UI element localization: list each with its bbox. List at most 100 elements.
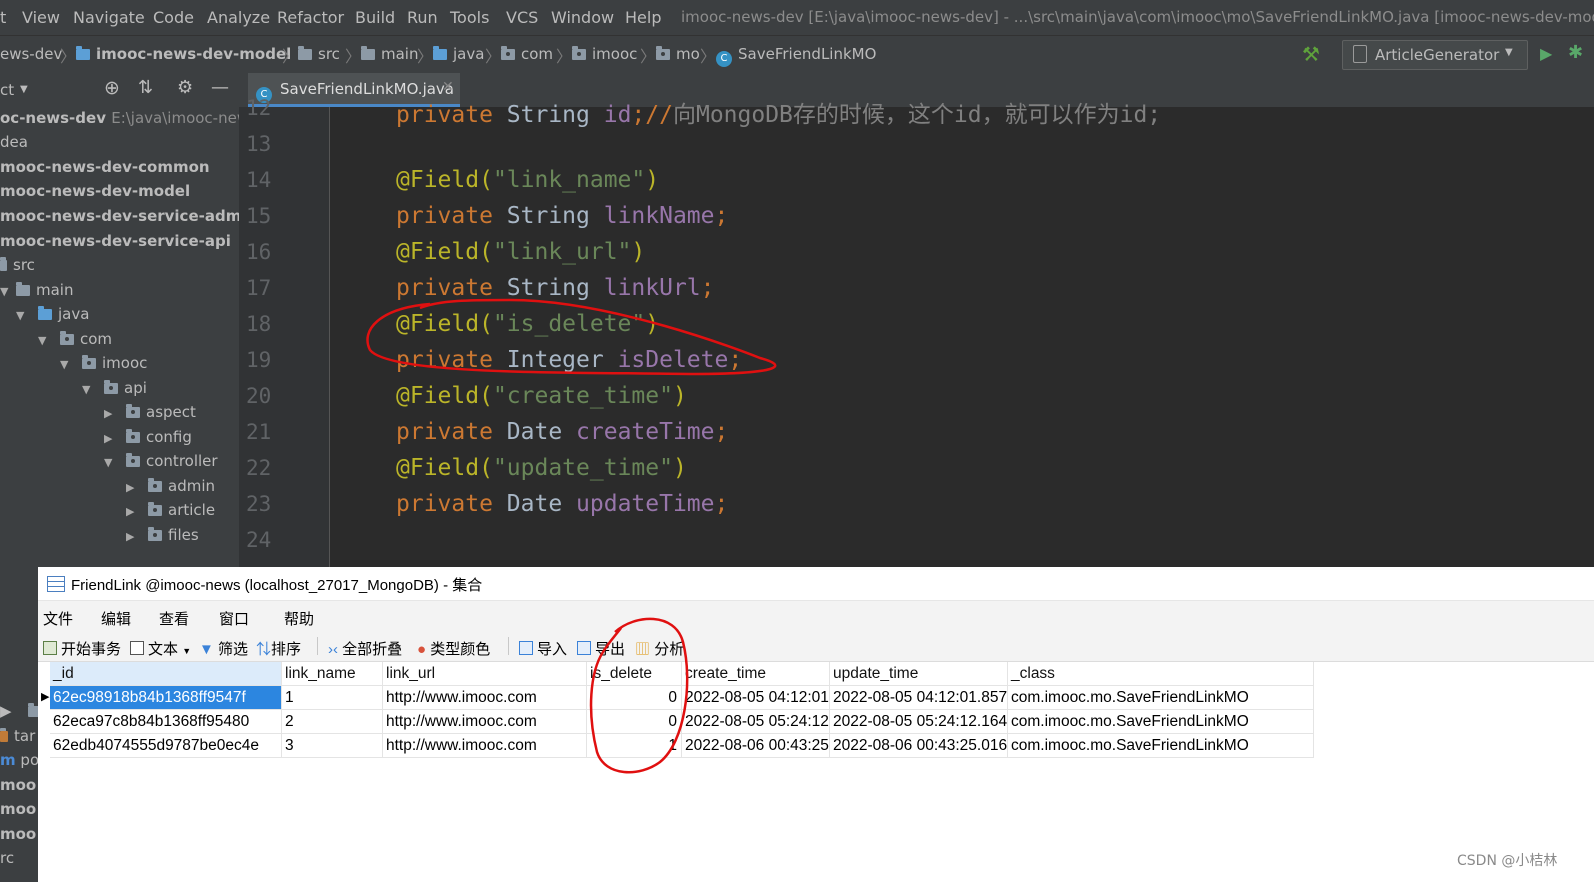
column-header-class[interactable]: _class: [1008, 662, 1314, 686]
expand-triangle-icon[interactable]: ▼: [82, 383, 104, 396]
expand-triangle-icon[interactable]: ▼: [16, 309, 38, 322]
tree-item-service-admin[interactable]: mooc-news-dev-service-admin: [0, 207, 239, 231]
tree-item-com[interactable]: ▼ com: [38, 330, 112, 354]
menu-navigate[interactable]: Navigate: [73, 8, 145, 27]
breadcrumb-main[interactable]: main: [361, 45, 418, 63]
menu-vcs[interactable]: VCS: [506, 8, 538, 27]
filter-button[interactable]: ▼ 筛选: [199, 638, 248, 659]
tree-item-article[interactable]: ▶ article: [126, 501, 215, 525]
column-header-update-time[interactable]: update_time: [830, 662, 1008, 686]
table-cell[interactable]: 62edb4074555d9787be0ec4e: [50, 734, 282, 758]
breadcrumb-class[interactable]: C SaveFriendLinkMO: [716, 45, 876, 67]
run-icon[interactable]: ▶: [1540, 44, 1552, 63]
menu-view[interactable]: View: [22, 8, 60, 27]
table-cell[interactable]: 2022-08-05 04:12:01.857: [830, 686, 1008, 710]
table-cell[interactable]: 2022-08-05 05:24:12.164: [830, 710, 1008, 734]
collapse-all-icon[interactable]: ⇅: [138, 77, 153, 98]
breadcrumb-com[interactable]: com: [501, 45, 553, 63]
table-cell[interactable]: http://www.imooc.com: [383, 710, 587, 734]
collapsed-triangle-icon[interactable]: ▶: [104, 407, 126, 420]
tree-item-module[interactable]: moo: [0, 800, 36, 824]
tree-item-pom[interactable]: m po: [0, 751, 39, 775]
tree-item-idea[interactable]: dea: [0, 133, 28, 157]
gear-icon[interactable]: ⚙: [177, 77, 193, 98]
import-button[interactable]: 导入: [519, 638, 567, 659]
column-header-id[interactable]: _id: [50, 662, 282, 686]
hammer-icon[interactable]: ⚒: [1302, 42, 1320, 66]
collapsed-triangle-icon[interactable]: ▶: [104, 432, 126, 445]
menu-edit[interactable]: 编辑: [101, 608, 131, 629]
sort-button[interactable]: ⇅排序: [256, 638, 301, 659]
menu-file[interactable]: 文件: [43, 608, 73, 629]
table-cell[interactable]: http://www.imooc.com: [383, 686, 587, 710]
close-icon[interactable]: ✕: [442, 79, 454, 95]
table-cell[interactable]: com.imooc.mo.SaveFriendLinkMO: [1008, 710, 1314, 734]
chevron-down-icon[interactable]: ▼: [20, 84, 28, 95]
breadcrumb-project[interactable]: ews-dev: [0, 45, 62, 63]
tree-item-module[interactable]: moo: [0, 825, 36, 849]
tree-item-controller[interactable]: ▼ controller: [104, 452, 218, 476]
breadcrumb-src[interactable]: src: [298, 45, 340, 63]
expand-triangle-icon[interactable]: ▼: [0, 285, 16, 298]
menu-project[interactable]: t: [0, 8, 6, 27]
tree-item-main[interactable]: ▼ main: [0, 281, 73, 305]
menu-window[interactable]: 窗口: [219, 608, 249, 629]
column-header-link-name[interactable]: link_name: [282, 662, 383, 686]
tree-item-config[interactable]: ▶ config: [104, 428, 192, 452]
locate-icon[interactable]: ⊕: [104, 77, 120, 99]
type-color-button[interactable]: ● 类型颜色: [417, 638, 490, 659]
table-cell[interactable]: 2: [282, 710, 383, 734]
run-configuration-select[interactable]: ArticleGenerator ▼: [1342, 40, 1528, 70]
tree-item-target[interactable]: tar: [0, 727, 35, 751]
column-header-link-url[interactable]: link_url: [383, 662, 587, 686]
expand-triangle-icon[interactable]: ▼: [60, 358, 82, 371]
menu-build[interactable]: Build: [355, 8, 395, 27]
toolbar-divider: [508, 637, 509, 655]
breadcrumb-imooc[interactable]: imooc: [572, 45, 637, 63]
table-cell[interactable]: 62eca97c8b84b1368ff95480: [50, 710, 282, 734]
table-cell[interactable]: com.imooc.mo.SaveFriendLinkMO: [1008, 686, 1314, 710]
table-cell[interactable]: 3: [282, 734, 383, 758]
expand-triangle-icon[interactable]: ▼: [38, 334, 60, 347]
menu-refactor[interactable]: Refactor: [277, 8, 344, 27]
menu-tools[interactable]: Tools: [450, 8, 489, 27]
tree-item-admin[interactable]: ▶ admin: [126, 477, 215, 501]
tree-item-service-api[interactable]: mooc-news-dev-service-api: [0, 232, 231, 256]
menu-help[interactable]: 帮助: [284, 608, 314, 629]
collapsed-triangle-icon[interactable]: ▶: [126, 481, 148, 494]
collapse-all-button[interactable]: ›‹ 全部折叠: [328, 638, 402, 659]
tree-item-imooc[interactable]: ▼ imooc: [60, 354, 147, 378]
project-view-label[interactable]: ct: [0, 81, 14, 99]
tree-item-common[interactable]: mooc-news-dev-common: [0, 158, 210, 182]
table-cell[interactable]: 62ec98918b84b1368ff9547f: [50, 686, 282, 710]
menu-run[interactable]: Run: [407, 8, 438, 27]
tree-item-src[interactable]: rc: [0, 849, 14, 873]
table-cell[interactable]: 1: [282, 686, 383, 710]
expand-triangle-icon[interactable]: ▼: [104, 456, 126, 469]
menu-help[interactable]: Help: [625, 8, 661, 27]
menu-analyze[interactable]: Analyze: [207, 8, 270, 27]
table-cell[interactable]: 2022-08-06 00:43:25.016: [830, 734, 1008, 758]
menu-code[interactable]: Code: [153, 8, 194, 27]
tree-item-model[interactable]: mooc-news-dev-model: [0, 182, 190, 206]
debug-icon[interactable]: ✱: [1568, 42, 1583, 63]
tree-item-files[interactable]: ▶ files: [126, 526, 199, 550]
tree-item-src[interactable]: src: [0, 256, 35, 280]
minimize-icon[interactable]: —: [211, 77, 229, 98]
tree-item-api[interactable]: ▼ api: [82, 379, 147, 403]
tree-item-java[interactable]: ▼ java: [16, 305, 89, 329]
text-view-button[interactable]: 文本 ▼: [130, 638, 191, 659]
menu-window[interactable]: Window: [551, 8, 614, 27]
begin-transaction-button[interactable]: 开始事务: [43, 638, 121, 659]
tree-item-root[interactable]: oc-news-dev E:\java\imooc-news-dev: [0, 109, 239, 133]
table-cell[interactable]: http://www.imooc.com: [383, 734, 587, 758]
tree-item-module[interactable]: moo: [0, 776, 36, 800]
tree-item-aspect[interactable]: ▶ aspect: [104, 403, 196, 427]
collapsed-triangle-icon[interactable]: ▶: [126, 530, 148, 543]
table-cell[interactable]: com.imooc.mo.SaveFriendLinkMO: [1008, 734, 1314, 758]
breadcrumb-mo[interactable]: mo: [656, 45, 700, 63]
breadcrumb-java[interactable]: java: [433, 45, 484, 63]
collapsed-triangle-icon[interactable]: ▶: [126, 505, 148, 518]
breadcrumb-module[interactable]: imooc-news-dev-model: [76, 45, 291, 63]
menu-view[interactable]: 查看: [159, 608, 189, 629]
